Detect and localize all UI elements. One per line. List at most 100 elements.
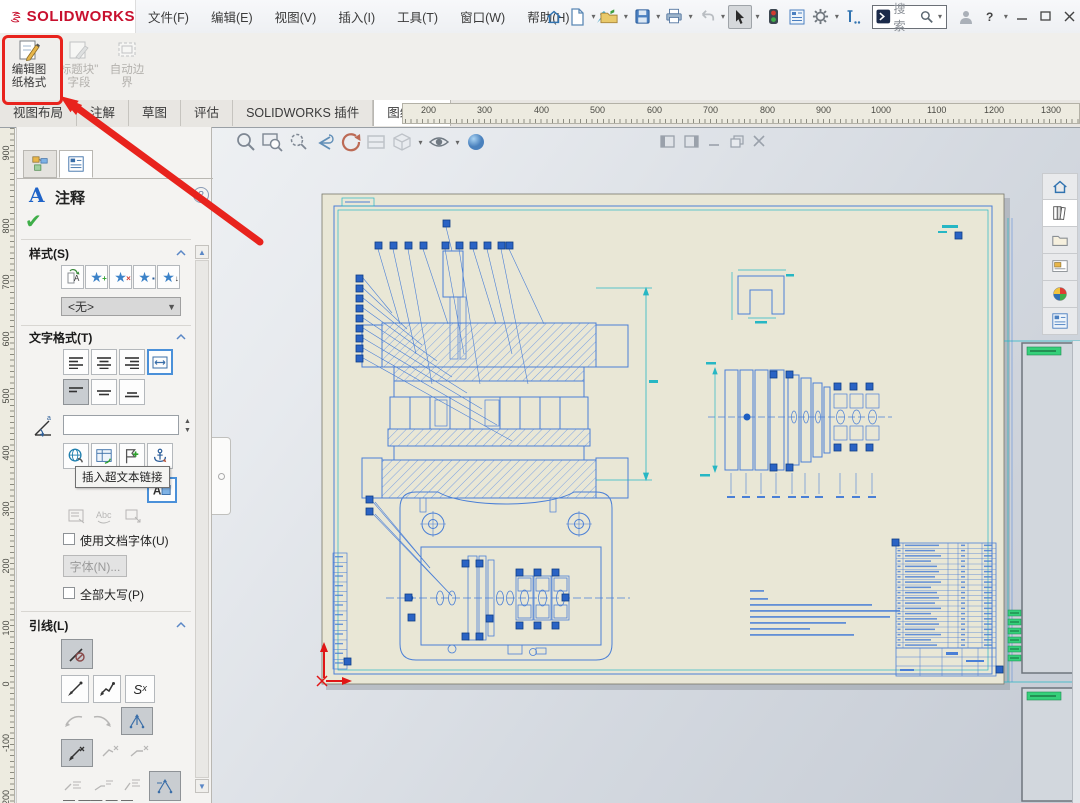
minimize-button[interactable]	[1011, 6, 1033, 28]
tab-annotation[interactable]: 注解	[77, 100, 129, 126]
taskpane-edge[interactable]	[1072, 341, 1080, 803]
menu-edit[interactable]: 编辑(E)	[211, 7, 253, 26]
text-format-section-header[interactable]: 文字格式(T)	[29, 329, 92, 346]
undo-dropdown[interactable]: ▾	[720, 6, 727, 28]
scroll-up-arrow[interactable]: ▲	[195, 245, 209, 259]
add-style-button[interactable]: ★+	[85, 265, 108, 289]
bent-leader-button[interactable]	[93, 675, 121, 703]
propertymanager-tab[interactable]	[59, 150, 93, 178]
rebuild-icon[interactable]	[763, 6, 785, 28]
style-dropdown[interactable]: <无>▼	[61, 297, 181, 316]
open-icon[interactable]	[599, 6, 621, 28]
hide-show-items-icon[interactable]	[428, 131, 450, 153]
taskpane-home-icon[interactable]	[1042, 173, 1078, 200]
panel-title: 注释	[55, 187, 85, 208]
justify-button[interactable]	[147, 349, 173, 375]
tab-evaluate[interactable]: 评估	[181, 100, 233, 126]
panel-scrollbar[interactable]	[195, 260, 209, 778]
doc-close-icon[interactable]	[753, 135, 766, 151]
zoom-area-icon[interactable]	[261, 131, 283, 153]
text-format-collapse-chevron[interactable]	[175, 333, 187, 341]
home-icon[interactable]	[543, 6, 565, 28]
save-icon[interactable]	[631, 6, 653, 28]
search-dropdown[interactable]: ▾	[937, 6, 944, 28]
settings-gear-icon[interactable]	[810, 6, 832, 28]
help-dropdown[interactable]: ▾	[1002, 6, 1009, 28]
view-settings-sphere-icon[interactable]	[465, 131, 487, 153]
search-box[interactable]: 搜索 ▾	[872, 5, 948, 29]
align-left-button[interactable]	[63, 349, 89, 375]
collapse-left-pane-icon[interactable]	[660, 135, 675, 151]
angle-input[interactable]	[63, 415, 179, 435]
panel-help-icon[interactable]: ?	[193, 187, 209, 203]
maximize-button[interactable]	[1035, 6, 1057, 28]
auto-border-label-line2: 界	[104, 77, 150, 90]
settings-dropdown[interactable]: ▾	[833, 6, 840, 28]
collapse-right-pane-icon[interactable]	[684, 135, 699, 151]
angle-spinner[interactable]: ▲▼	[181, 417, 194, 435]
previous-view-icon[interactable]	[313, 131, 335, 153]
rotate-view-icon[interactable]	[339, 131, 361, 153]
ok-button[interactable]: ✔	[25, 209, 42, 234]
style-collapse-chevron[interactable]	[175, 249, 187, 257]
doc-minimize-icon[interactable]	[708, 135, 721, 151]
scroll-down-arrow[interactable]: ▼	[195, 779, 209, 793]
disabled-tool-icon	[67, 507, 87, 528]
taskpane-resources-icon[interactable]	[1042, 200, 1078, 227]
menu-view[interactable]: 视图(V)	[275, 7, 317, 26]
magnifying-glass-icon[interactable]	[287, 131, 309, 153]
multi-jog-leader-button[interactable]	[121, 707, 153, 735]
tab-solidworks-addins[interactable]: SOLIDWORKS 插件	[233, 100, 373, 126]
hide-show-dropdown[interactable]: ▾	[454, 131, 461, 153]
align-middle-button[interactable]	[91, 379, 117, 405]
use-document-font-checkbox[interactable]	[63, 533, 75, 545]
measure-icon[interactable]	[842, 6, 864, 28]
new-document-icon[interactable]	[567, 6, 589, 28]
no-leader-button[interactable]	[61, 639, 93, 669]
next-section-clipped: ▬ ▬▬ ▬ ▬	[63, 793, 173, 801]
delete-style-button[interactable]: ★×	[109, 265, 132, 289]
leader-collapse-chevron[interactable]	[175, 621, 187, 629]
undo-icon	[696, 6, 718, 28]
tab-sketch[interactable]: 草图	[129, 100, 181, 126]
taskpane-file-explorer-icon[interactable]	[1042, 254, 1078, 281]
align-top-button[interactable]	[63, 379, 89, 405]
user-account-icon[interactable]	[955, 6, 977, 28]
load-style-button[interactable]: ★↓	[157, 265, 180, 289]
leader-style-button[interactable]	[61, 739, 93, 767]
close-button[interactable]	[1058, 6, 1080, 28]
menu-window[interactable]: 窗口(W)	[460, 7, 505, 26]
taskpane-design-library-icon[interactable]	[1042, 227, 1078, 254]
align-right-button[interactable]	[119, 349, 145, 375]
all-caps-checkbox[interactable]	[63, 587, 75, 599]
select-tool-button[interactable]	[728, 5, 752, 29]
select-dropdown[interactable]: ▾	[754, 6, 761, 28]
zoom-fit-icon[interactable]	[235, 131, 257, 153]
open-dropdown[interactable]: ▾	[622, 6, 629, 28]
align-bottom-button[interactable]	[119, 379, 145, 405]
menu-insert[interactable]: 插入(I)	[338, 7, 375, 26]
drawing-sheet[interactable]	[300, 128, 1080, 803]
doc-restore-icon[interactable]	[730, 135, 744, 151]
straight-leader-button[interactable]	[61, 675, 89, 703]
leader-section-header[interactable]: 引线(L)	[29, 617, 68, 634]
print-dropdown[interactable]: ▾	[687, 6, 694, 28]
display-style-dropdown[interactable]: ▾	[417, 131, 424, 153]
panel-collapse-handle[interactable]	[212, 437, 231, 515]
menu-file[interactable]: 文件(F)	[148, 7, 189, 26]
featuremanager-tree-tab[interactable]	[23, 150, 57, 178]
save-dropdown[interactable]: ▾	[655, 6, 662, 28]
menu-tools[interactable]: 工具(T)	[397, 7, 438, 26]
print-icon[interactable]	[664, 6, 686, 28]
new-dropdown[interactable]: ▾	[590, 6, 597, 28]
save-style-button[interactable]: ★▪	[133, 265, 156, 289]
style-section-header[interactable]: 样式(S)	[29, 245, 69, 262]
underlined-leader-button[interactable]: Sˣ	[125, 675, 155, 703]
options-list-icon[interactable]	[786, 6, 808, 28]
taskpane-appearances-icon[interactable]	[1042, 281, 1078, 308]
apply-defaults-style-button[interactable]: A	[61, 265, 84, 289]
help-icon[interactable]: ?	[979, 6, 1001, 28]
taskpane-custom-properties-icon[interactable]	[1042, 308, 1078, 335]
align-center-button[interactable]	[91, 349, 117, 375]
property-manager-panel: A 注释 ? ✔ ▲ ▼ 样式(S) A ★+ ★× ★▪ ★↓ <无>▼ 文字…	[16, 127, 212, 803]
